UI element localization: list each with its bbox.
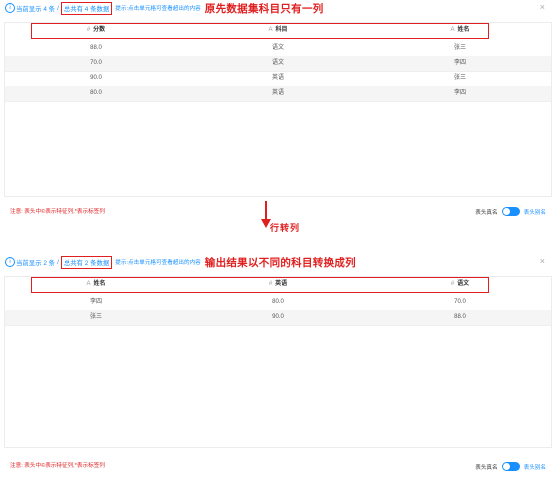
- switch-knob: [502, 208, 510, 215]
- table-row: 张三 90.0 88.0: [5, 310, 551, 326]
- top-total-count: 总共有 4 条数据: [60, 1, 113, 15]
- bottom-close-icon[interactable]: ×: [540, 256, 545, 266]
- top-annotation: 原先数据集科目只有一列: [204, 2, 324, 15]
- table-cell[interactable]: 英语: [187, 86, 369, 101]
- bottom-switch[interactable]: [501, 462, 520, 471]
- bottom-info-row: i 当前显示 2 条 / 总共有 2 条数据 提示:点击单元格可查看超出的内容 …: [5, 255, 356, 269]
- bottom-header-highlight: [31, 277, 489, 293]
- bottom-header-name-toggle: 表头真名 表头别名: [475, 462, 546, 471]
- top-info-row: i 当前显示 4 条 / 总共有 4 条数据 提示:点击单元格可查看超出的内容 …: [5, 1, 324, 15]
- bottom-info-text: 当前显示 2 条: [16, 259, 56, 267]
- table-row: 88.0 语文 张三: [5, 41, 551, 57]
- bottom-separator: /: [57, 258, 59, 266]
- table-cell[interactable]: 88.0: [5, 41, 187, 56]
- top-separator: /: [57, 4, 59, 12]
- table-cell[interactable]: 88.0: [369, 310, 551, 325]
- bottom-switch-on-label: 表头别名: [523, 464, 546, 471]
- table-cell[interactable]: 90.0: [5, 71, 187, 86]
- bottom-annotation: 输出结果以不同的科目转换成列: [204, 256, 356, 269]
- table-cell[interactable]: 英语: [187, 71, 369, 86]
- table-cell[interactable]: 张三: [5, 310, 187, 325]
- top-footer-note: 注意: 表头中©表示特征列,*表示标签列: [10, 209, 105, 215]
- top-switch-label: 表头真名: [475, 209, 498, 216]
- table-row: 70.0 语文 李四: [5, 56, 551, 72]
- table-cell[interactable]: 语文: [187, 56, 369, 71]
- table-row: 李四 80.0 70.0: [5, 295, 551, 311]
- bottom-total-count: 总共有 2 条数据: [60, 255, 113, 269]
- info-icon: i: [5, 3, 15, 13]
- table-cell[interactable]: 张三: [369, 41, 551, 56]
- table-cell[interactable]: 李四: [369, 56, 551, 71]
- bottom-table: A 姓名 # 英语 # 语文 李四 80.0 70.0 张三 90.0 88.0: [4, 276, 552, 448]
- bottom-switch-label: 表头真名: [475, 464, 498, 471]
- table-cell[interactable]: 80.0: [5, 86, 187, 101]
- top-close-icon[interactable]: ×: [540, 2, 545, 12]
- switch-knob: [502, 463, 510, 470]
- table-cell[interactable]: 李四: [5, 295, 187, 310]
- table-row: 90.0 英语 张三: [5, 71, 551, 87]
- bottom-hint-text: 提示:点击单元格可查看超出的内容: [115, 260, 201, 266]
- transform-label: 行转列: [270, 223, 301, 233]
- table-cell[interactable]: 语文: [187, 41, 369, 56]
- table-cell[interactable]: 李四: [369, 86, 551, 101]
- top-hint-text: 提示:点击单元格可查看超出的内容: [115, 6, 201, 12]
- top-header-highlight: [31, 23, 489, 39]
- top-header-name-toggle: 表头真名 表头别名: [475, 207, 546, 216]
- table-cell[interactable]: 张三: [369, 71, 551, 86]
- top-switch-on-label: 表头别名: [523, 209, 546, 216]
- table-cell[interactable]: 70.0: [369, 295, 551, 310]
- top-table: # 分数 A 科目 A 姓名 88.0 语文 张三 70.0 语文 李四 90.0 英…: [4, 22, 552, 197]
- table-cell[interactable]: 80.0: [187, 295, 369, 310]
- top-info-text: 当前显示 4 条: [16, 5, 56, 13]
- bottom-footer-note: 注意: 表头中©表示特征列,*表示标签列: [10, 463, 105, 469]
- table-cell[interactable]: 70.0: [5, 56, 187, 71]
- table-cell[interactable]: 90.0: [187, 310, 369, 325]
- table-row: 80.0 英语 李四: [5, 86, 551, 102]
- info-icon: i: [5, 257, 15, 267]
- top-switch[interactable]: [501, 207, 520, 216]
